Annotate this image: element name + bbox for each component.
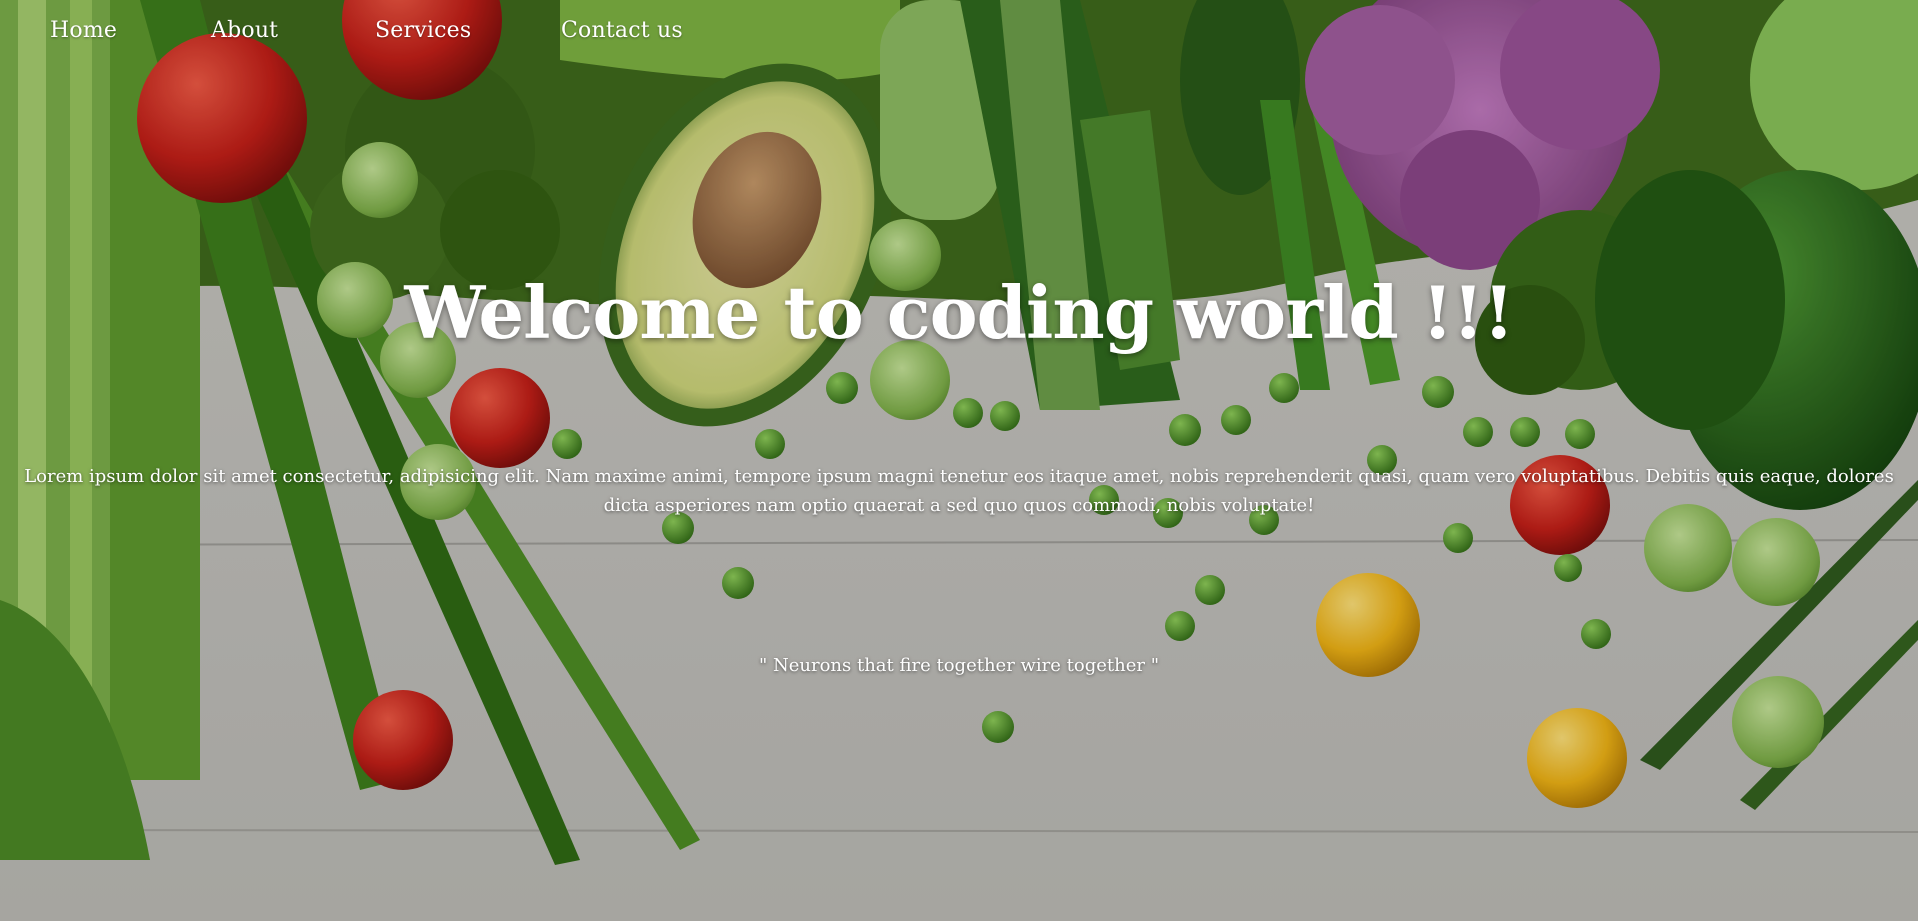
hero-paragraph: Lorem ipsum dolor sit amet consectetur, … — [24, 466, 1894, 516]
hero-quote: " Neurons that fire together wire togeth… — [758, 655, 1159, 676]
nav-link-home[interactable]: Home — [50, 18, 117, 43]
top-navigation: Home About Services Contact us — [0, 18, 760, 54]
nav-link-contact-us[interactable]: Contact us — [561, 18, 683, 43]
background-overlay — [0, 0, 1918, 921]
hero-title: Welcome to coding world !!! — [404, 270, 1514, 355]
hero-section: Home About Services Contact us Welcome t… — [0, 0, 1918, 921]
nav-link-about[interactable]: About — [211, 18, 278, 43]
nav-link-services[interactable]: Services — [375, 18, 471, 43]
